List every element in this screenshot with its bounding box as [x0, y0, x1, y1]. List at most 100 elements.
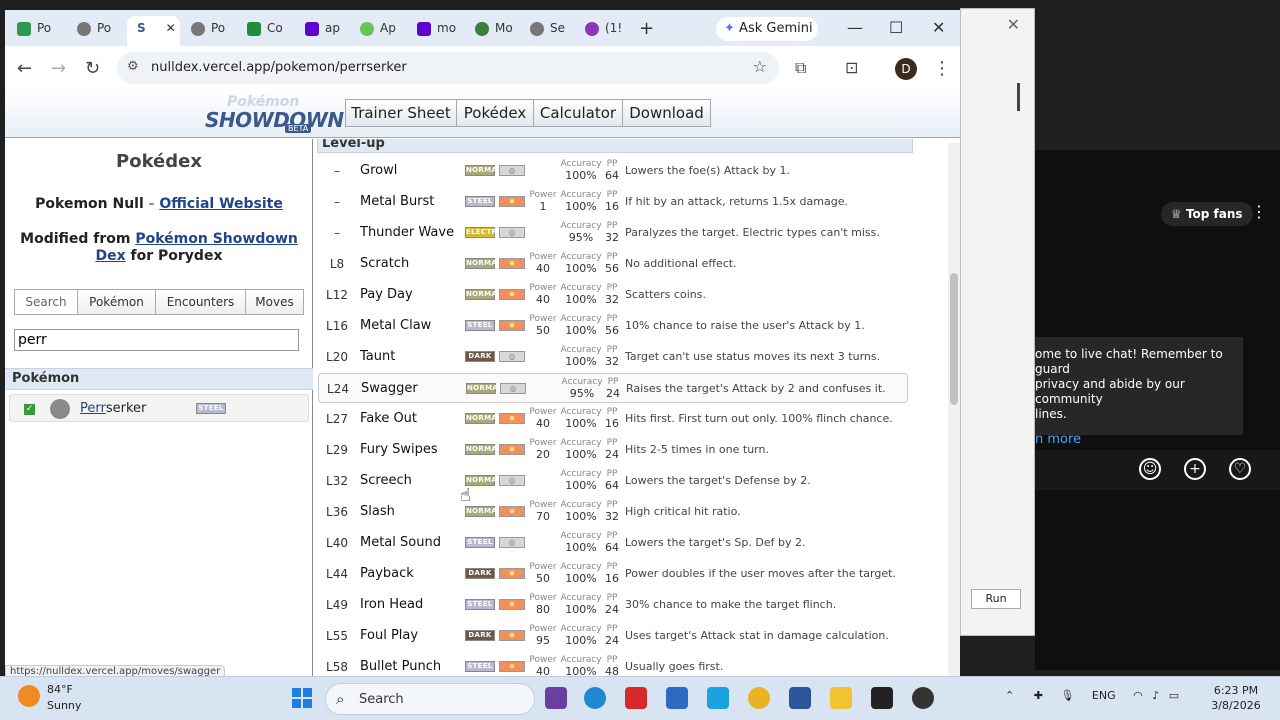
volume-icon[interactable]: ♪ — [1152, 689, 1159, 702]
browser-tab[interactable]: Co — [247, 16, 302, 46]
site-settings-icon[interactable]: ⚙ — [127, 59, 139, 74]
tray-app-icon[interactable]: ✚ — [1034, 689, 1043, 702]
top-fans-button[interactable]: ♕ Top fans — [1161, 202, 1253, 226]
move-row[interactable]: L58 Bullet Punch STEEL ✸ Power 40 Accuracy 100%… — [318, 652, 908, 676]
weather-temp: 84°F — [47, 683, 73, 696]
results-header: Pokémon — [5, 368, 313, 390]
browser-tab[interactable]: Po — [191, 16, 246, 46]
heart-icon[interactable]: ♡ — [1229, 458, 1251, 480]
official-website-link[interactable]: Official Website — [159, 196, 283, 212]
forward-icon[interactable]: → — [51, 58, 66, 79]
address-bar[interactable]: ⚙ nulldex.vercel.app/pokemon/perrserker … — [117, 52, 779, 84]
browser-tab[interactable]: Po — [17, 16, 72, 46]
move-row[interactable]: L49 Iron Head STEEL ✸ Power 80 Accuracy 100% PP 2… — [318, 590, 908, 620]
browser-tab-active[interactable]: S ✕ — [127, 16, 180, 46]
tab-pokemon[interactable]: Pokémon — [77, 289, 156, 315]
browser-tab[interactable]: Mo — [475, 16, 530, 46]
terminal-icon[interactable] — [871, 687, 893, 709]
weather-icon[interactable] — [18, 685, 40, 707]
lens-icon[interactable]: ⊡ — [845, 58, 858, 77]
tab-moves[interactable]: Moves — [245, 289, 304, 315]
move-description: Hits 2-5 times in one turn. — [625, 443, 769, 456]
tab-search[interactable]: Search — [14, 289, 78, 315]
pp-value: 64 — [605, 479, 619, 492]
move-row[interactable]: L55 Foul Play DARK ✸ Power 95 Accuracy 100% PP 24… — [318, 621, 908, 651]
move-row[interactable]: L29 Fury Swipes NORMAL ✸ Power 20 Accuracy 100%… — [318, 435, 908, 465]
learn-more-link[interactable]: n more — [1035, 432, 1237, 447]
move-row[interactable]: L27 Fake Out NORMAL ✸ Power 40 Accuracy 100% PP 1… — [318, 404, 908, 434]
move-description: Hits first. First turn out only. 100% fl… — [625, 412, 893, 425]
nav-pokedex[interactable]: Pokédex — [456, 99, 534, 127]
pokemon-result-row[interactable]: ✓ Perrserker STEEL — [9, 394, 309, 422]
browser-tab[interactable]: Po — [77, 16, 132, 46]
showdown-logo[interactable]: Pokémon SHOWDOWN! BETA — [205, 94, 353, 134]
file-explorer-icon[interactable] — [830, 687, 852, 709]
run-button[interactable]: Run — [971, 589, 1021, 609]
browser-tab[interactable]: mo — [417, 16, 472, 46]
move-row[interactable]: L36 Slash NORMAL ✸ Power 70 Accuracy 100% PP 32 Hi… — [318, 497, 908, 527]
app-icon[interactable] — [625, 687, 647, 709]
move-row[interactable]: L24 Swagger NORMAL ◎ Accuracy 95% PP 24 Raises t… — [318, 373, 908, 403]
move-row[interactable]: – Metal Burst STEEL ✸ Power 1 Accuracy 100% PP 16… — [318, 187, 908, 217]
minimize-icon[interactable]: — — [847, 18, 863, 37]
scrollbar-thumb[interactable] — [950, 273, 958, 405]
app-icon[interactable] — [707, 687, 729, 709]
browser-tab[interactable]: (1! — [585, 16, 635, 46]
start-icon[interactable] — [292, 688, 312, 708]
move-row[interactable]: L16 Metal Claw STEEL ✸ Power 50 Accuracy 100% PP… — [318, 311, 908, 341]
reload-icon[interactable]: ↻ — [85, 58, 100, 79]
language-indicator[interactable]: ENG — [1092, 689, 1116, 702]
nav-trainer-sheet[interactable]: Trainer Sheet — [345, 99, 457, 127]
move-row[interactable]: L32 Screech NORMAL ◎ Accuracy 100% PP 64 Lowers … — [318, 466, 908, 496]
move-description: Paralyzes the target. Electric types can… — [625, 226, 880, 239]
back-icon[interactable]: ← — [17, 58, 32, 79]
move-level: L20 — [326, 350, 348, 364]
close-window-icon[interactable]: ✕ — [932, 18, 945, 37]
bookmark-star-icon[interactable]: ☆ — [753, 57, 767, 76]
tab-encounters[interactable]: Encounters — [155, 289, 246, 315]
browser-tab[interactable]: Se — [530, 16, 585, 46]
power-value: 20 — [536, 448, 550, 461]
microphone-icon[interactable]: 🎙 — [1060, 689, 1074, 702]
menu-icon[interactable]: ⋮ — [933, 58, 951, 79]
move-level: L55 — [326, 629, 348, 643]
move-row[interactable]: L20 Taunt DARK ◎ Accuracy 100% PP 32 Target can'… — [318, 342, 908, 372]
maximize-icon[interactable]: ☐ — [889, 18, 903, 37]
move-row[interactable]: – Growl NORMAL ◎ Accuracy 100% PP 64 Lowers the … — [318, 156, 908, 186]
outlook-icon[interactable] — [666, 687, 688, 709]
add-icon[interactable]: + — [1184, 458, 1206, 480]
new-tab-icon[interactable]: + — [639, 18, 654, 39]
scrollbar[interactable] — [948, 143, 960, 676]
more-options-icon[interactable]: ⋮ — [1251, 202, 1267, 221]
move-row[interactable]: L44 Payback DARK ✸ Power 50 Accuracy 100% PP 16 Po… — [318, 559, 908, 589]
word-icon[interactable] — [789, 687, 811, 709]
search-input[interactable] — [14, 329, 299, 351]
move-row[interactable]: – Thunder Wave ELECTR ◎ Accuracy 95% PP 32 Paral… — [318, 218, 908, 248]
extensions-icon[interactable]: ⧉ — [795, 58, 806, 78]
nav-download[interactable]: Download — [622, 99, 711, 127]
edge-icon[interactable] — [584, 687, 606, 709]
app-icon[interactable] — [912, 687, 934, 709]
browser-tab[interactable]: ap — [305, 16, 360, 46]
ask-gemini-button[interactable]: ✦ Ask Gemini — [716, 17, 818, 41]
chevron-up-icon[interactable]: ⌃ — [1005, 689, 1014, 702]
chrome-icon[interactable] — [748, 687, 770, 709]
move-power: Power 40 — [526, 654, 560, 676]
profile-avatar[interactable]: D — [895, 58, 917, 80]
type-badge: STEEL — [465, 196, 495, 207]
clock[interactable]: 6:23 PM 3/8/2026 — [1206, 683, 1266, 713]
close-tab-icon[interactable]: ✕ — [166, 21, 176, 35]
close-icon[interactable]: ✕ — [1007, 15, 1020, 34]
tab-label: S — [137, 21, 146, 35]
move-row[interactable]: L40 Metal Sound STEEL ◎ Accuracy 100% PP 64 Lowe… — [318, 528, 908, 558]
move-row[interactable]: L8 Scratch NORMAL ✸ Power 40 Accuracy 100% PP 56 N… — [318, 249, 908, 279]
app-icon[interactable] — [545, 687, 567, 709]
move-row[interactable]: L12 Pay Day NORMAL ✸ Power 40 Accuracy 100% PP 32… — [318, 280, 908, 310]
wifi-icon[interactable]: ◠ — [1133, 689, 1143, 702]
taskbar-search[interactable]: ⌕ Search — [325, 683, 535, 715]
nav-calculator[interactable]: Calculator — [533, 99, 623, 127]
browser-tab[interactable]: Ap — [360, 16, 415, 46]
emoji-icon[interactable]: ☺ — [1139, 458, 1161, 480]
moves-pane: Level-up – Growl NORMAL ◎ Accuracy 100% PP 64 Lo… — [314, 139, 960, 676]
battery-icon[interactable]: ▭ — [1169, 689, 1179, 702]
